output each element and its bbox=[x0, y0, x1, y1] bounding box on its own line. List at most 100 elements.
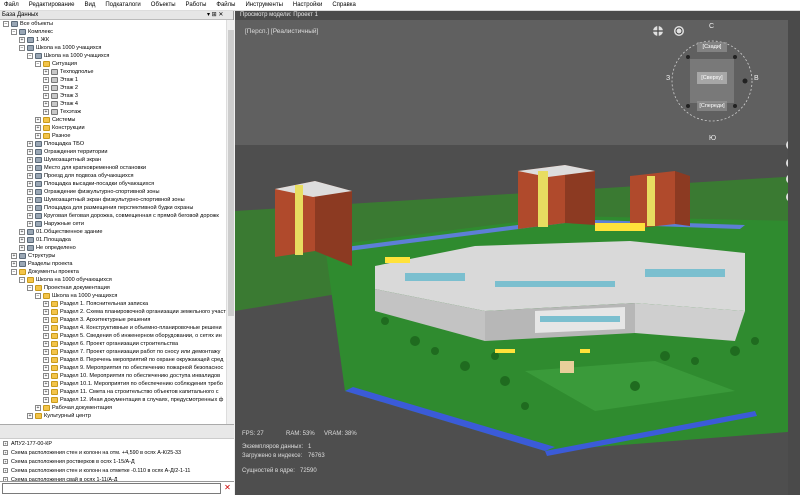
menu-item[interactable]: Объекты bbox=[151, 2, 176, 8]
menu-item[interactable]: Файлы bbox=[216, 2, 235, 8]
menu-item[interactable]: Справка bbox=[332, 2, 356, 8]
expander-icon[interactable]: − bbox=[35, 61, 41, 67]
tree-node[interactable]: + Шумозащитный экран физкультурно-спортив… bbox=[27, 196, 185, 204]
tree-node[interactable]: + Разное bbox=[35, 132, 70, 140]
expander-icon[interactable]: + bbox=[27, 173, 33, 179]
expander-icon[interactable]: + bbox=[3, 441, 8, 446]
tree-node[interactable]: + Техэтаж bbox=[43, 108, 81, 116]
expander-icon[interactable]: + bbox=[27, 205, 33, 211]
tree-node[interactable]: + Этаж 1 bbox=[43, 76, 78, 84]
tree-node[interactable]: + Раздел 8. Перечень мероприятий по охран… bbox=[43, 356, 223, 364]
expander-icon[interactable]: + bbox=[43, 85, 49, 91]
expander-icon[interactable]: + bbox=[43, 77, 49, 83]
menu-item[interactable]: Подкаталоги bbox=[105, 2, 140, 8]
menu-item[interactable]: Файл bbox=[4, 2, 19, 8]
expander-icon[interactable]: + bbox=[35, 133, 41, 139]
tree-node[interactable]: − Школа на 1000 обучающихся bbox=[19, 276, 112, 284]
search-input[interactable] bbox=[2, 483, 221, 494]
expander-icon[interactable]: + bbox=[43, 109, 49, 115]
expander-icon[interactable]: + bbox=[43, 101, 49, 107]
model-viewport[interactable]: Просмотр модели: Проект 1 [Персп.] [Реал… bbox=[235, 11, 800, 495]
expander-icon[interactable]: − bbox=[11, 269, 17, 275]
rotate-tool-icon[interactable] bbox=[674, 26, 684, 36]
expander-icon[interactable]: + bbox=[43, 357, 49, 363]
expander-icon[interactable]: + bbox=[19, 237, 25, 243]
tree-node[interactable]: − Комплекс bbox=[11, 28, 53, 36]
tree-node[interactable]: + Раздел 10.1. Мероприятия по обеспечению… bbox=[43, 380, 223, 388]
expander-icon[interactable]: − bbox=[19, 45, 25, 51]
cube-back[interactable]: [Сзади] bbox=[697, 44, 727, 50]
tree-node[interactable]: + Конструкции bbox=[35, 124, 85, 132]
expander-icon[interactable]: + bbox=[19, 37, 25, 43]
tree-node[interactable]: − Школа на 1000 учащихся bbox=[19, 44, 101, 52]
expander-icon[interactable]: − bbox=[11, 29, 17, 35]
scroll-thumb[interactable] bbox=[228, 30, 234, 316]
expander-icon[interactable]: + bbox=[27, 165, 33, 171]
expander-icon[interactable]: + bbox=[43, 341, 49, 347]
expander-icon[interactable]: − bbox=[35, 293, 41, 299]
expander-icon[interactable]: + bbox=[27, 413, 33, 419]
expander-icon[interactable]: + bbox=[43, 397, 49, 403]
tree-node[interactable]: − Школа на 1000 учащихся bbox=[27, 52, 109, 60]
expander-icon[interactable]: − bbox=[27, 53, 33, 59]
tree-node[interactable]: − Школа на 1000 учащихся bbox=[35, 292, 117, 300]
expander-icon[interactable]: + bbox=[43, 69, 49, 75]
tree-node[interactable]: + Этаж 4 bbox=[43, 100, 78, 108]
expander-icon[interactable]: − bbox=[27, 285, 33, 291]
expander-icon[interactable]: + bbox=[3, 468, 8, 473]
expander-icon[interactable]: + bbox=[43, 381, 49, 387]
tree-node[interactable]: + Проезд для подвоза обучающихся bbox=[27, 172, 134, 180]
expander-icon[interactable]: + bbox=[27, 189, 33, 195]
tree-node[interactable]: + Место для кратковременной остановки bbox=[27, 164, 146, 172]
tree-node[interactable]: + Рабочая документация bbox=[35, 404, 112, 412]
expander-icon[interactable]: + bbox=[27, 149, 33, 155]
tree-node[interactable]: + Раздел 4. Конструктивные и объемно-план… bbox=[43, 324, 222, 332]
tree-node[interactable]: + Раздел 2. Схема планировочной организац… bbox=[43, 308, 226, 316]
expander-icon[interactable]: + bbox=[27, 141, 33, 147]
tree-node[interactable]: +1 ЖК bbox=[19, 36, 49, 44]
expander-icon[interactable]: + bbox=[35, 117, 41, 123]
tree-node[interactable]: + Площадка для размещения перспективной б… bbox=[27, 204, 193, 212]
expander-icon[interactable]: + bbox=[43, 317, 49, 323]
cube-top[interactable]: [Сверху] bbox=[697, 75, 727, 81]
expander-icon[interactable]: + bbox=[43, 373, 49, 379]
document-item[interactable]: + Схема расположения стен и колонн на отм… bbox=[0, 466, 234, 475]
expander-icon[interactable]: + bbox=[11, 253, 17, 259]
menu-item[interactable]: Инструменты bbox=[245, 2, 282, 8]
cube-front[interactable]: [Спереди] bbox=[697, 103, 727, 109]
expander-icon[interactable]: + bbox=[43, 365, 49, 371]
view-mode-label[interactable]: [Персп.] [Реалистичный] bbox=[245, 28, 318, 35]
expander-icon[interactable]: + bbox=[27, 157, 33, 163]
panel-controls[interactable]: ▾ ⊞ ✕ bbox=[207, 11, 223, 20]
document-item[interactable]: + Схема расположения стен и колонн на отм… bbox=[0, 448, 234, 457]
tree-node[interactable]: + Шумозащитный экран bbox=[27, 156, 101, 164]
move-tool-icon[interactable] bbox=[653, 26, 663, 36]
tree-node[interactable]: − Документы проекта bbox=[11, 268, 79, 276]
expander-icon[interactable]: + bbox=[27, 221, 33, 227]
expander-icon[interactable]: + bbox=[43, 389, 49, 395]
expander-icon[interactable]: + bbox=[43, 333, 49, 339]
tree-node[interactable]: − Проектная документация bbox=[27, 284, 110, 292]
tree-node[interactable]: + Разделы проекта bbox=[11, 260, 73, 268]
tree-node[interactable]: + Круговая беговая дорожка, совмещенная с… bbox=[27, 212, 219, 220]
expander-icon[interactable]: − bbox=[3, 21, 9, 27]
expander-icon[interactable]: + bbox=[27, 181, 33, 187]
tree-node[interactable]: + Структуры bbox=[11, 252, 55, 260]
tree-node[interactable]: + Не определено bbox=[19, 244, 76, 252]
menu-item[interactable]: Редактирование bbox=[29, 2, 75, 8]
panel-splitter[interactable] bbox=[0, 424, 234, 438]
expander-icon[interactable]: + bbox=[3, 450, 8, 455]
scene-3d[interactable] bbox=[235, 11, 800, 495]
tree-node[interactable]: +01.Общественное здание bbox=[19, 228, 102, 236]
tree-scrollbar[interactable] bbox=[226, 20, 234, 424]
tree-node[interactable]: + Раздел 3. Архитектурные решения bbox=[43, 316, 150, 324]
tree-node[interactable]: +01.Площадка bbox=[19, 236, 71, 244]
tree-node[interactable]: + Раздел 12. Иная документация в случаях,… bbox=[43, 396, 223, 404]
tree-node[interactable]: + Наружные сети bbox=[27, 220, 84, 228]
expander-icon[interactable]: + bbox=[19, 245, 25, 251]
menu-item[interactable]: Работы bbox=[186, 2, 207, 8]
tree-node[interactable]: + Площадка ТБО bbox=[27, 140, 84, 148]
tree-node[interactable]: + Этаж 3 bbox=[43, 92, 78, 100]
document-item[interactable]: + АПУ2-177-00-КР bbox=[0, 439, 234, 448]
document-item[interactable]: + Схема расположения ростверков в осях 1-… bbox=[0, 457, 234, 466]
